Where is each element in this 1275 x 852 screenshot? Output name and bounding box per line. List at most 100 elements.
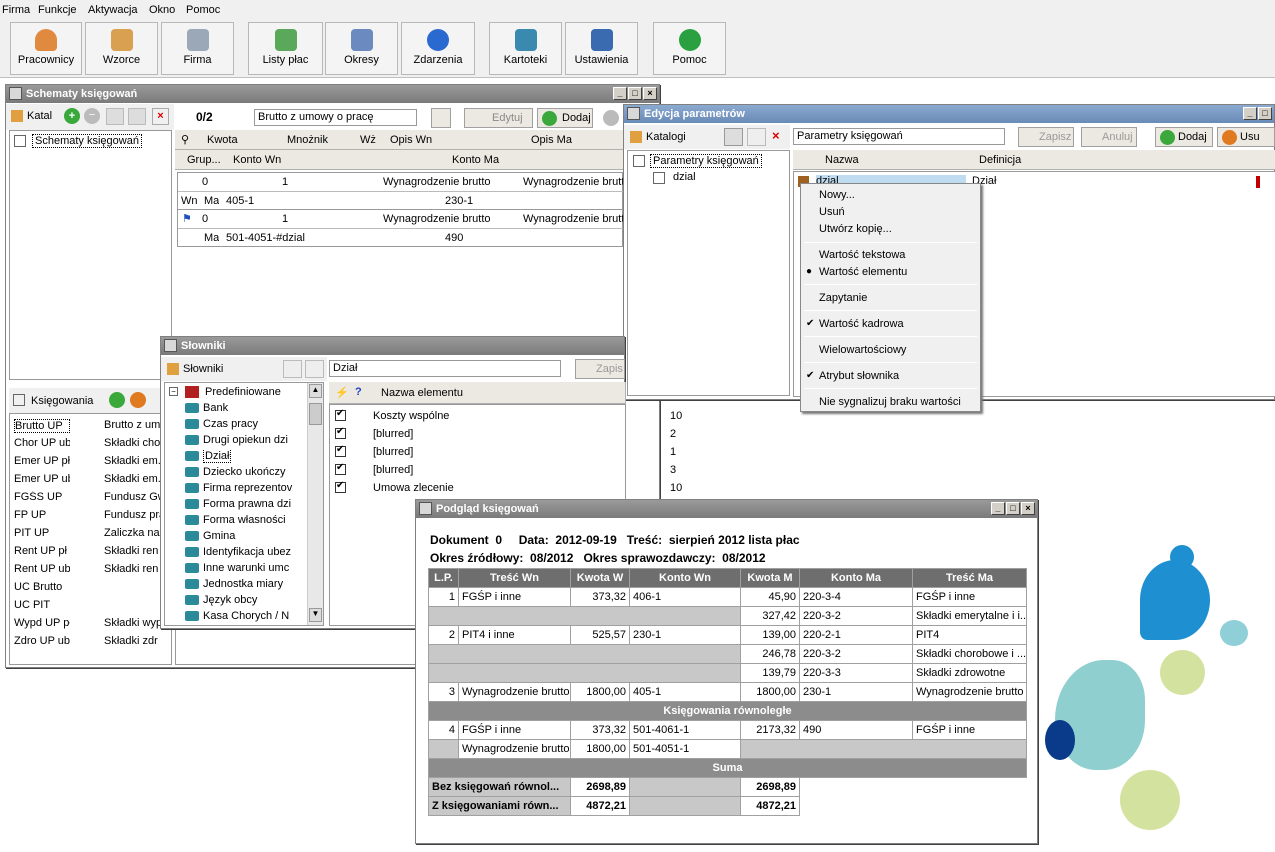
tree-item[interactable]: Język obcy (185, 594, 309, 609)
col-nazwa[interactable]: Nazwa (825, 154, 859, 166)
cancel-button[interactable]: Anuluj (1081, 127, 1137, 147)
list-item[interactable]: Rent UP ub Składki ren (12, 561, 170, 578)
checkbox[interactable] (335, 444, 346, 457)
tree-scrollbar[interactable]: ▲ ▼ (307, 383, 323, 625)
edit-tool-button[interactable] (431, 108, 451, 128)
menu-item[interactable]: Atrybut słownika (819, 370, 899, 382)
schema-name-field[interactable]: Brutto z umowy o pracę (254, 109, 417, 126)
col-opis-ma[interactable]: Opis Ma (531, 134, 572, 146)
list-item[interactable]: Brutto UP Brutto z umo (12, 417, 170, 434)
schema-tree-item[interactable]: Schematy księgowań (32, 134, 142, 148)
list-item[interactable]: PIT UP Zaliczka na (12, 525, 170, 542)
table-row[interactable]: 327,42 220-3-2 Składki emerytalne i i... (428, 606, 1027, 626)
remove-icon[interactable] (603, 110, 619, 126)
table-row[interactable]: 0 1 Wynagrodzenie brutto Wynagrodzenie b… (177, 172, 631, 210)
tree-item[interactable]: Inne warunki umc (185, 562, 309, 577)
add-icon[interactable] (109, 392, 125, 408)
add-button[interactable]: Dodaj (1155, 127, 1213, 147)
column-header[interactable]: Konto Wn (629, 568, 741, 588)
table-row[interactable]: [blurred] 2 (330, 426, 676, 443)
checkbox[interactable] (335, 426, 346, 439)
list-item[interactable]: Emer UP ub Składki em. (12, 471, 170, 488)
tree-item[interactable]: Firma reprezentov (185, 482, 309, 497)
list-item[interactable]: UC PIT (12, 597, 170, 614)
toolbar-button-wzorce[interactable]: Wzorce (85, 22, 158, 75)
col-kwota[interactable]: Kwota (207, 134, 238, 146)
tree-item[interactable]: Jednostka miary (185, 578, 309, 593)
toolbar-button-ustawienia[interactable]: Ustawienia (565, 22, 638, 75)
table-row[interactable]: 3 Wynagrodzenie brutto 1800,00 405-1 1800,00… (428, 682, 1027, 702)
copy-folder-icon[interactable] (747, 128, 766, 146)
collapse-icon[interactable]: − (169, 387, 178, 396)
close-button[interactable]: × (1021, 502, 1035, 515)
column-header[interactable]: Kwota M (740, 568, 800, 588)
table-row[interactable]: ⚑ 0 1 Wynagrodzenie brutto Wynagrodzenie… (177, 209, 631, 247)
checkbox[interactable] (335, 462, 346, 475)
minimize-button[interactable]: _ (991, 502, 1005, 515)
toolbar-button-okresy[interactable]: Okresy (325, 22, 398, 75)
minimize-button[interactable]: _ (613, 87, 627, 100)
toolbar-button-pomoc[interactable]: Pomoc (653, 22, 726, 75)
list-item[interactable]: Rent UP pł Składki ren (12, 543, 170, 560)
toolbar-button-firma[interactable]: Firma (161, 22, 234, 75)
table-row[interactable]: 1 FGŚP i inne 373,32 406-1 45,90 220-3-4 FGŚP … (428, 587, 1027, 607)
close-button[interactable]: × (643, 87, 657, 100)
menu-firma[interactable]: Firma (2, 4, 30, 16)
tree-item[interactable]: Bank (185, 402, 309, 417)
tree-item[interactable]: Identyfikacja ubez (185, 546, 309, 561)
tree-item[interactable]: Forma własności (185, 514, 309, 529)
new-folder-icon[interactable] (106, 108, 124, 125)
table-row[interactable]: 139,79 220-3-3 Składki zdrowotne (428, 663, 1027, 683)
toolbar-button-zdarzenia[interactable]: Zdarzenia (401, 22, 475, 75)
maximize-button[interactable]: □ (628, 87, 642, 100)
minimize-button[interactable]: _ (1243, 107, 1257, 120)
menu-item[interactable]: Wartość tekstowa (819, 249, 905, 261)
tree-item-dzial[interactable]: dzial (673, 171, 696, 183)
table-row[interactable]: 246,78 220-3-2 Składki chorobowe i ... (428, 644, 1027, 664)
toolbar-button-kartoteki[interactable]: Kartoteki (489, 22, 562, 75)
table-row[interactable]: Koszty wspólne 10 (330, 408, 682, 425)
column-header[interactable]: Treść Ma (912, 568, 1027, 588)
list-item[interactable]: Zdro UP ub Składki zdr (12, 633, 170, 650)
toolbar-button-pracownicy[interactable]: Pracownicy (10, 22, 82, 75)
copy-folder-icon[interactable] (305, 360, 324, 378)
parameter-name-field[interactable]: Parametry księgowań (793, 128, 1005, 145)
tree-item[interactable]: Gmina (185, 530, 309, 545)
table-row[interactable]: [blurred] 1 (330, 444, 676, 461)
menu-item[interactable]: Usuń (819, 206, 845, 218)
list-item[interactable]: Emer UP pł Składki em. (12, 453, 170, 470)
tree-item[interactable]: Drugi opiekun dzi (185, 434, 309, 449)
table-row[interactable]: Umowa zlecenie 10 (330, 480, 682, 497)
menu-item[interactable]: Utwórz kopię... (819, 223, 892, 235)
list-item[interactable]: Wypd UP pł Składki wyp (12, 615, 170, 632)
menu-funkcje[interactable]: Funkcje (38, 4, 77, 16)
delete-icon[interactable]: × (772, 128, 787, 146)
list-item[interactable]: FGŚS UP Fundusz Gw (12, 489, 170, 506)
toolbar-button-listy-plac[interactable]: Listy płac (248, 22, 323, 75)
remove-icon[interactable]: − (84, 108, 100, 124)
list-item[interactable]: Chor UP ub Składki chor (12, 435, 170, 452)
maximize-button[interactable]: □ (1006, 502, 1020, 515)
table-row[interactable]: Wynagrodzenie brutto 1800,00 501-4051-1 (428, 739, 1027, 759)
menu-okno[interactable]: Okno (149, 4, 175, 16)
table-row[interactable]: 4 FGŚP i inne 373,32 501-4061-1 2173,32 490 FG… (428, 720, 1027, 740)
tree-item[interactable]: Dział (185, 450, 309, 465)
column-header[interactable]: Konto Ma (799, 568, 913, 588)
col-opis-wn[interactable]: Opis Wn (390, 134, 432, 146)
menu-item[interactable]: Nowy... (819, 189, 855, 201)
col-konto-ma[interactable]: Konto Ma (452, 154, 499, 166)
tree-item[interactable]: Kasa Chorych / N (185, 610, 309, 625)
copy-folder-icon[interactable] (128, 108, 146, 125)
column-header[interactable]: Treść Wn (458, 568, 571, 588)
menu-item[interactable]: Nie sygnalizuj braku wartości (819, 396, 961, 408)
tree-item-root[interactable]: Parametry księgowań (650, 154, 762, 168)
maximize-button[interactable]: □ (1258, 107, 1272, 120)
tree-item-root[interactable]: Predefiniowane (205, 386, 281, 398)
table-row[interactable]: 2 PIT4 i inne 525,57 230-1 139,00 220-2-1 PIT4 (428, 625, 1027, 645)
menu-item[interactable]: Zapytanie (819, 292, 867, 304)
tree-item[interactable]: Forma prawna dzi (185, 498, 309, 513)
new-folder-icon[interactable] (724, 128, 743, 146)
new-folder-icon[interactable] (283, 360, 302, 378)
save-button[interactable]: Zapisz (1018, 127, 1074, 147)
menu-aktywacja[interactable]: Aktywacja (88, 4, 138, 16)
